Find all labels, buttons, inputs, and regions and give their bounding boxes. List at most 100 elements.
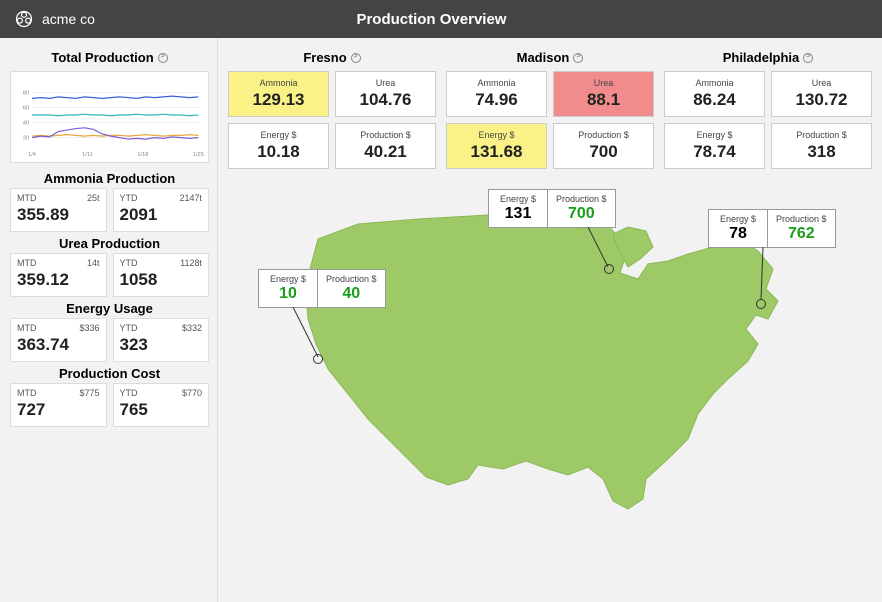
svg-text:1/18: 1/18 <box>137 152 148 158</box>
stat-unit: $332 <box>182 323 202 333</box>
metric-card[interactable]: Urea 130.72 <box>771 71 872 117</box>
metric-label: Urea <box>558 78 649 88</box>
stat-card-ytd[interactable]: YTD $332 323 <box>113 318 210 362</box>
metric-card[interactable]: Energy $ 131.68 <box>446 123 547 169</box>
metric-value: 78.74 <box>669 142 760 162</box>
stat-label: MTD <box>17 323 37 333</box>
metric-label: Ammonia <box>451 78 542 88</box>
callout-value: 762 <box>776 225 827 243</box>
callout-value: 700 <box>556 205 607 223</box>
metric-card[interactable]: Energy $ 10.18 <box>228 123 329 169</box>
metric-value: 318 <box>776 142 867 162</box>
stat-card-ytd[interactable]: YTD2147t 2091 <box>113 188 210 232</box>
callout-card: Energy $ 78 <box>708 209 768 248</box>
svg-text:1/11: 1/11 <box>82 152 93 158</box>
stat-card-mtd[interactable]: MTD25t 355.89 <box>10 188 107 232</box>
callout-value: 131 <box>497 205 539 223</box>
svg-text:80: 80 <box>23 90 29 96</box>
stat-unit: 2147t <box>179 193 202 203</box>
leader-line <box>758 247 770 303</box>
info-icon[interactable] <box>351 53 361 63</box>
section-title[interactable]: Urea Production <box>10 232 209 253</box>
info-icon[interactable] <box>158 53 168 63</box>
stat-value: 727 <box>17 400 100 420</box>
callout-madison[interactable]: Energy $ 131 Production $ 700 <box>488 189 616 228</box>
metric-label: Energy $ <box>451 130 542 140</box>
stat-label: YTD <box>120 388 138 398</box>
section-title[interactable]: Ammonia Production <box>10 167 209 188</box>
callout-fresno[interactable]: Energy $ 10 Production $ 40 <box>258 269 386 308</box>
metric-card[interactable]: Urea 104.76 <box>335 71 436 117</box>
metric-value: 40.21 <box>340 142 431 162</box>
stat-unit: $770 <box>182 388 202 398</box>
stat-unit: 1128t <box>180 258 202 268</box>
site-title[interactable]: Fresno <box>228 46 436 71</box>
svg-text:1/4: 1/4 <box>28 152 37 158</box>
metric-value: 131.68 <box>451 142 542 162</box>
info-icon[interactable] <box>803 53 813 63</box>
stat-card-mtd[interactable]: MTD14t 359.12 <box>10 253 107 297</box>
callout-card: Energy $ 131 <box>488 189 548 228</box>
metric-card[interactable]: Production $ 40.21 <box>335 123 436 169</box>
stat-label: MTD <box>17 258 37 268</box>
stat-label: MTD <box>17 193 37 203</box>
callout-label: Energy $ <box>717 214 759 224</box>
metric-value: 700 <box>558 142 649 162</box>
metric-card[interactable]: Urea 88.1 <box>553 71 654 117</box>
callout-label: Energy $ <box>267 274 309 284</box>
logo-icon <box>14 9 34 29</box>
site-title[interactable]: Madison <box>446 46 654 71</box>
info-icon[interactable] <box>573 53 583 63</box>
sidebar: Total Production 204060801/41/111/181/25… <box>0 38 218 602</box>
metric-card[interactable]: Production $ 318 <box>771 123 872 169</box>
callout-value: 40 <box>326 285 377 303</box>
stat-card-mtd[interactable]: MTD$775 727 <box>10 383 107 427</box>
stat-unit: $336 <box>79 323 99 333</box>
content-area: Fresno Ammonia 129.13 Urea 104.76 Energy… <box>218 38 882 602</box>
total-production-title[interactable]: Total Production <box>10 46 209 67</box>
map-area: Energy $ 10 Production $ 40 Energy $ 131… <box>228 179 872 594</box>
metric-label: Production $ <box>558 130 649 140</box>
sites-row: Fresno Ammonia 129.13 Urea 104.76 Energy… <box>228 46 872 169</box>
stat-label: YTD <box>120 193 138 203</box>
stat-label: YTD <box>120 258 138 268</box>
metric-card[interactable]: Energy $ 78.74 <box>664 123 765 169</box>
stat-unit: $775 <box>79 388 99 398</box>
section-title[interactable]: Production Cost <box>10 362 209 383</box>
brand-name: acme co <box>42 11 95 27</box>
callout-label: Production $ <box>556 194 607 204</box>
brand: acme co <box>14 9 95 29</box>
site-title[interactable]: Philadelphia <box>664 46 872 71</box>
callout-label: Production $ <box>326 274 377 284</box>
site-column: Madison Ammonia 74.96 Urea 88.1 Energy $… <box>446 46 654 169</box>
metric-card[interactable]: Ammonia 74.96 <box>446 71 547 117</box>
svg-text:20: 20 <box>23 136 29 142</box>
stat-card-mtd[interactable]: MTD$336 363.74 <box>10 318 107 362</box>
stat-card-ytd[interactable]: YTD 1128t 1058 <box>113 253 210 297</box>
metric-card[interactable]: Ammonia 86.24 <box>664 71 765 117</box>
callout-label: Energy $ <box>497 194 539 204</box>
callout-label: Production $ <box>776 214 827 224</box>
stat-value: 323 <box>120 335 203 355</box>
stat-value: 765 <box>120 400 203 420</box>
metric-value: 129.13 <box>233 90 324 110</box>
callout-value: 10 <box>267 285 309 303</box>
section-title[interactable]: Energy Usage <box>10 297 209 318</box>
metric-value: 104.76 <box>340 90 431 110</box>
metric-label: Energy $ <box>669 130 760 140</box>
site-column: Fresno Ammonia 129.13 Urea 104.76 Energy… <box>228 46 436 169</box>
stat-unit: 14t <box>87 258 100 268</box>
metric-value: 130.72 <box>776 90 867 110</box>
metric-card[interactable]: Ammonia 129.13 <box>228 71 329 117</box>
metric-value: 74.96 <box>451 90 542 110</box>
stat-card-ytd[interactable]: YTD $770 765 <box>113 383 210 427</box>
svg-text:1/25: 1/25 <box>193 152 204 158</box>
callout-philadelphia[interactable]: Energy $ 78 Production $ 762 <box>708 209 836 248</box>
total-production-chart[interactable]: 204060801/41/111/181/25 <box>10 71 209 163</box>
callout-card: Energy $ 10 <box>258 269 318 308</box>
stat-label: YTD <box>120 323 138 333</box>
metric-label: Ammonia <box>233 78 324 88</box>
metric-card[interactable]: Production $ 700 <box>553 123 654 169</box>
stat-value: 1058 <box>120 270 203 290</box>
leader-line <box>588 227 618 271</box>
